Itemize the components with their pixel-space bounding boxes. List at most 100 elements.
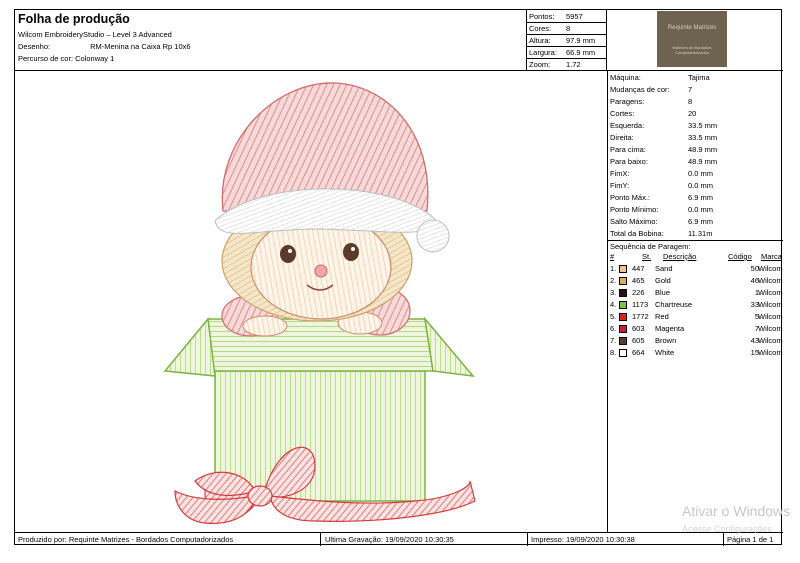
color-swatch: [619, 265, 627, 273]
seq-code: 43: [750, 336, 759, 345]
seq-brand: Wilcom: [758, 300, 783, 309]
seq-header-num: #: [610, 252, 615, 261]
software-line: Wilcom EmbroideryStudio – Level 3 Advanc…: [18, 30, 172, 39]
production-sheet: Folha de produção Wilcom EmbroideryStudi…: [14, 9, 783, 546]
footer-page: Página 1 de 1: [727, 535, 774, 544]
seq-desc: Magenta: [655, 324, 685, 333]
page-title: Folha de produção: [18, 12, 130, 26]
bobbin-row: Total da Bobina: 11.31m: [610, 229, 713, 238]
sequence-row: 6. 603 Magenta 7 Wilcom: [608, 324, 783, 336]
seq-code: 15: [750, 348, 759, 357]
seq-num: 4.: [610, 300, 617, 309]
seq-num: 1.: [610, 264, 617, 273]
seq-st: 465: [632, 276, 645, 285]
color-swatch: [619, 277, 627, 285]
seq-desc: Gold: [655, 276, 671, 285]
seq-brand: Wilcom: [758, 348, 783, 357]
sequence-row: 7. 605 Brown 43 Wilcom: [608, 336, 783, 348]
logo-area: Requinte Matrizes Matrizes de Bordados C…: [607, 10, 783, 71]
box-flap-left: [163, 317, 216, 377]
nose: [314, 264, 328, 278]
seq-num: 8.: [610, 348, 617, 357]
sequence-row: 5. 1772 Red 5 Wilcom: [608, 312, 783, 324]
sequence-title: Sequência de Paragem:: [610, 242, 691, 251]
seq-brand: Wilcom: [758, 264, 783, 273]
software-name: Wilcom EmbroideryStudio – Level 3 Advanc…: [18, 30, 172, 39]
sequence-row: 4. 1173 Chartreuse 33 Wilcom: [608, 300, 783, 312]
seq-num: 3.: [610, 288, 617, 297]
seq-st: 603: [632, 324, 645, 333]
seq-code: 7: [754, 324, 759, 333]
seq-desc: White: [655, 348, 675, 357]
seq-code: 1: [754, 288, 759, 297]
stat-stitches: Pontos: 5957: [529, 12, 583, 21]
stat-height: Altura: 97.9 mm: [529, 36, 596, 45]
seq-header-code: Código: [728, 252, 752, 261]
left-row: Esquerda: 33.5 mm: [610, 121, 718, 130]
max-jump-row: Salto Máximo: 6.9 mm: [610, 217, 714, 226]
windows-activation-watermark: Ativar o Windows: [682, 503, 791, 519]
footer: Produzido por: Requinte Matrizes - Borda…: [15, 532, 783, 546]
seq-num: 5.: [610, 312, 617, 321]
seq-st: 226: [632, 288, 645, 297]
seq-st: 605: [632, 336, 645, 345]
seq-header-st: St.: [642, 252, 652, 261]
seq-st: 447: [632, 264, 645, 273]
seq-code: 50: [750, 264, 759, 273]
seq-num: 6.: [610, 324, 617, 333]
seq-brand: Wilcom: [758, 288, 783, 297]
sequence-row: 8. 664 White 15 Wilcom: [608, 348, 783, 360]
sequence-row: 2. 465 Gold 46 Wilcom: [608, 276, 783, 288]
windows-activation-sub: Acesse Configurações: [682, 524, 773, 534]
seq-desc: Brown: [655, 336, 677, 345]
sequence-row: 1. 447 Sand 50 Wilcom: [608, 264, 783, 276]
seq-num: 7.: [610, 336, 617, 345]
min-stitch-row: Ponto Mínimo: 0.0 mm: [610, 205, 714, 214]
colorway-row: Percurso de cor: Colonway 1: [18, 54, 114, 63]
seq-num: 2.: [610, 276, 617, 285]
down-row: Para baixo: 48.9 mm: [610, 157, 718, 166]
machine-panel: Máquina: Tajima Mudanças de cor: 7 Paragen…: [608, 71, 783, 532]
header-info: Folha de produção Wilcom EmbroideryStudi…: [15, 10, 527, 71]
design-label: Desenho:: [18, 42, 51, 51]
left-hand: [242, 315, 288, 337]
footer-printed: Impresso: 19/09/2020 10:30:38: [531, 535, 635, 544]
stat-colors: Cores: 8: [529, 24, 571, 33]
seq-brand: Wilcom: [758, 312, 783, 321]
color-swatch: [619, 349, 627, 357]
color-swatch: [619, 313, 627, 321]
seq-desc: Chartreuse: [655, 300, 693, 309]
seq-code: 46: [750, 276, 759, 285]
endx-row: FimX: 0.0 mm: [610, 169, 714, 178]
box-flap-right: [423, 316, 475, 377]
bow-knot: [247, 485, 273, 507]
design-value: RM-Menina na Caixa Rp 10x6: [90, 42, 191, 51]
stops-row: Paragens: 8: [610, 97, 693, 106]
design-preview: [15, 71, 608, 532]
color-swatch: [619, 337, 627, 345]
left-eye: [280, 245, 296, 263]
cap-pompom: [416, 219, 450, 253]
seq-desc: Blue: [655, 288, 671, 297]
seq-st: 1173: [632, 300, 649, 309]
company-logo: Requinte Matrizes Matrizes de Bordados C…: [657, 11, 727, 67]
seq-header-brand: Marca: [761, 252, 782, 261]
seq-brand: Wilcom: [758, 336, 783, 345]
seq-brand: Wilcom: [758, 324, 783, 333]
colorway-label: Percurso de cor:: [18, 54, 74, 63]
seq-st: 664: [632, 348, 645, 357]
sequence-row: 3. 226 Blue 1 Wilcom: [608, 288, 783, 300]
seq-st: 1772: [632, 312, 649, 321]
up-row: Para cima: 48.9 mm: [610, 145, 718, 154]
right-row: Direita: 33.5 mm: [610, 133, 718, 142]
seq-code: 5: [754, 312, 759, 321]
footer-produced: Produzido por: Requinte Matrizes - Borda…: [18, 535, 234, 544]
colorway-value: Colonway 1: [75, 54, 115, 63]
right-eye: [343, 243, 359, 261]
seq-header-desc: Descrição: [663, 252, 697, 261]
seq-desc: Red: [655, 312, 669, 321]
design-row: Desenho: RM-Menina na Caixa Rp 10x6: [18, 42, 191, 51]
color-swatch: [619, 289, 627, 297]
trims-row: Cortes: 20: [610, 109, 697, 118]
stat-width: Largura: 66.9 mm: [529, 48, 596, 57]
